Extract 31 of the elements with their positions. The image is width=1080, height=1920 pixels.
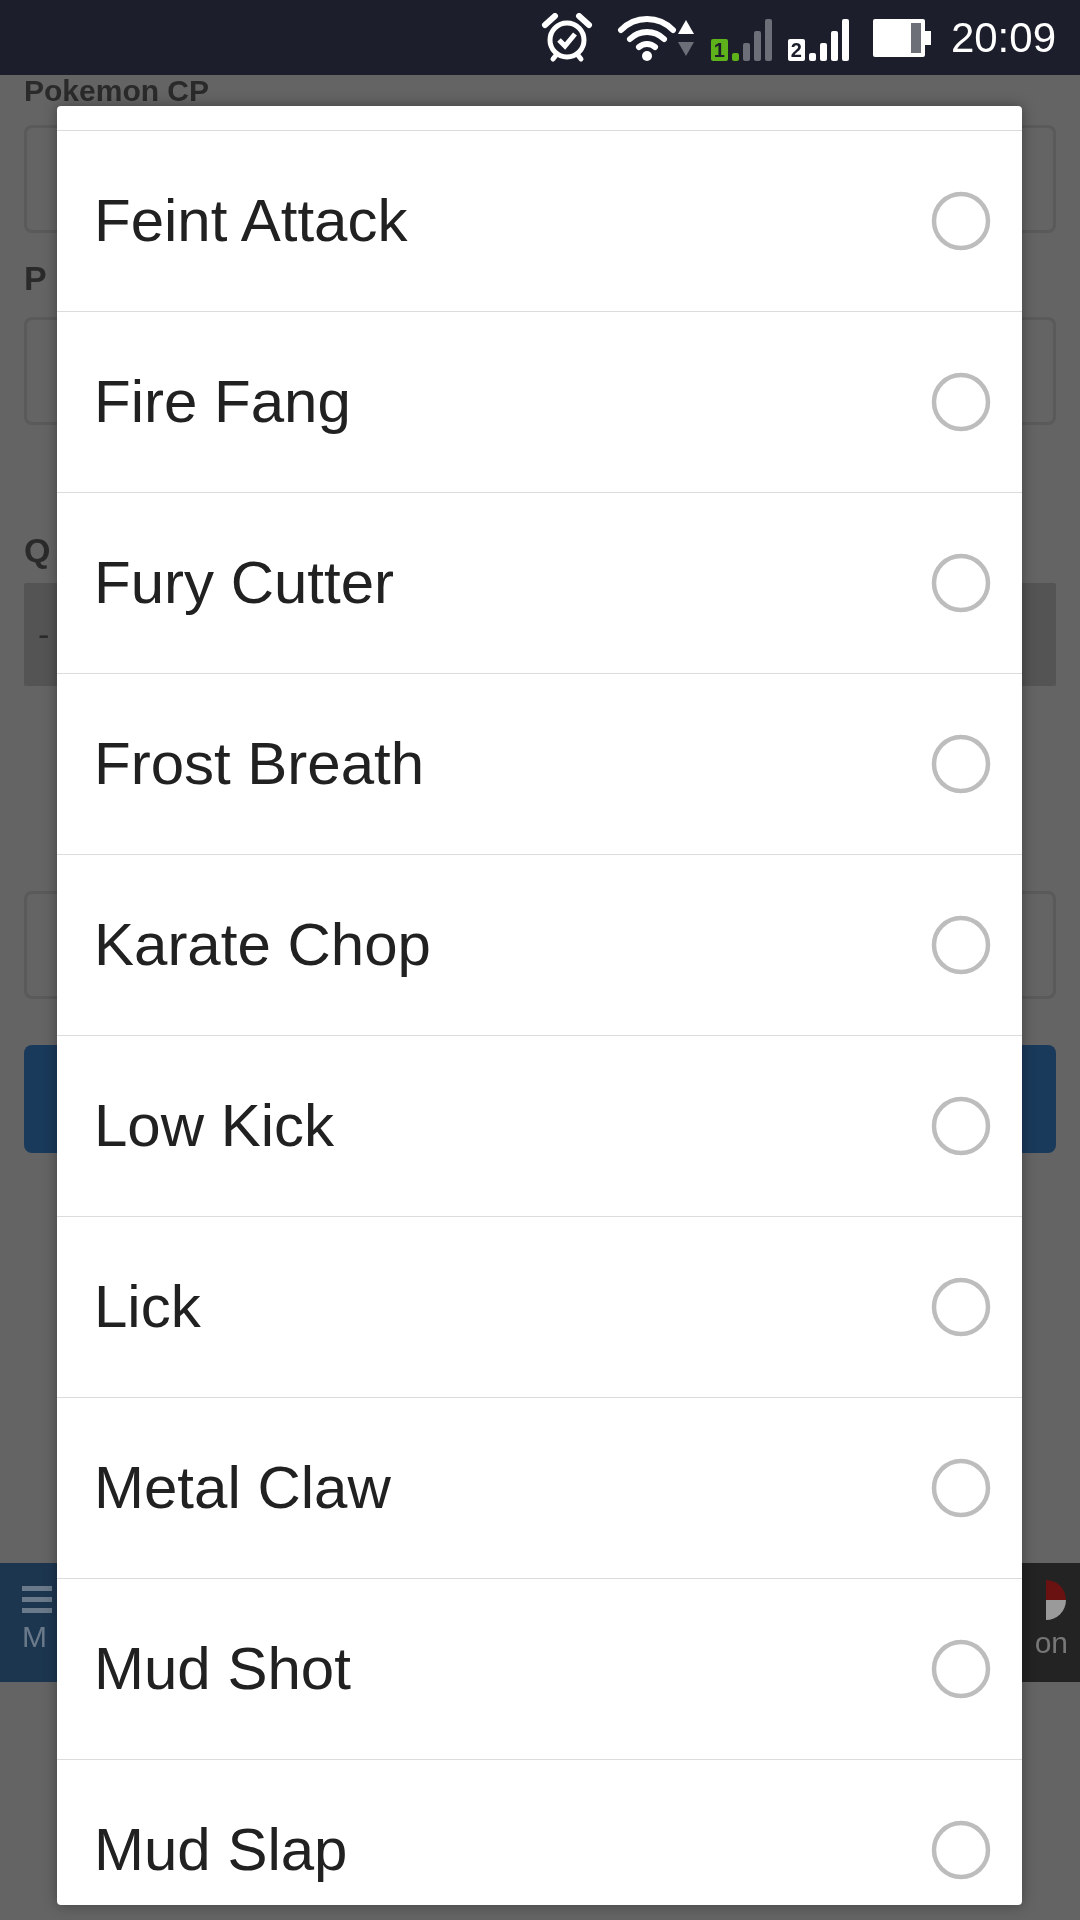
ball-icon bbox=[1046, 1580, 1068, 1620]
option-row[interactable]: Fire Fang bbox=[57, 311, 1022, 492]
clock-time: 20:09 bbox=[950, 13, 1056, 63]
sim-number: 1 bbox=[710, 38, 728, 61]
sim-number: 2 bbox=[787, 38, 805, 61]
option-row[interactable]: Karate Chop bbox=[57, 854, 1022, 1035]
radio-button[interactable] bbox=[930, 914, 992, 976]
option-row[interactable]: Mud Slap bbox=[57, 1759, 1022, 1905]
option-row[interactable]: Metal Claw bbox=[57, 1397, 1022, 1578]
menu-icon bbox=[22, 1586, 52, 1614]
option-row[interactable]: Fury Cutter bbox=[57, 492, 1022, 673]
radio-button[interactable] bbox=[930, 1638, 992, 1700]
radio-button[interactable] bbox=[930, 1276, 992, 1338]
wifi-icon bbox=[616, 13, 677, 62]
battery-icon bbox=[872, 16, 933, 59]
form-label: Pokemon CP bbox=[24, 75, 211, 106]
radio-button[interactable] bbox=[930, 552, 992, 614]
form-label: P bbox=[24, 261, 47, 295]
option-row[interactable]: Low Kick bbox=[57, 1035, 1022, 1216]
option-row[interactable]: Feint Attack bbox=[57, 130, 1022, 311]
radio-button[interactable] bbox=[930, 733, 992, 795]
radio-button[interactable] bbox=[930, 1457, 992, 1519]
option-row[interactable]: Mud Shot bbox=[57, 1578, 1022, 1759]
radio-button[interactable] bbox=[930, 371, 992, 433]
option-row[interactable]: Frost Breath bbox=[57, 673, 1022, 854]
radio-button[interactable] bbox=[930, 190, 992, 252]
radio-button[interactable] bbox=[930, 1095, 992, 1157]
option-row[interactable]: Lick bbox=[57, 1216, 1022, 1397]
form-label: Q bbox=[24, 533, 51, 567]
radio-button[interactable] bbox=[930, 1819, 992, 1881]
alarm-icon bbox=[540, 12, 593, 63]
